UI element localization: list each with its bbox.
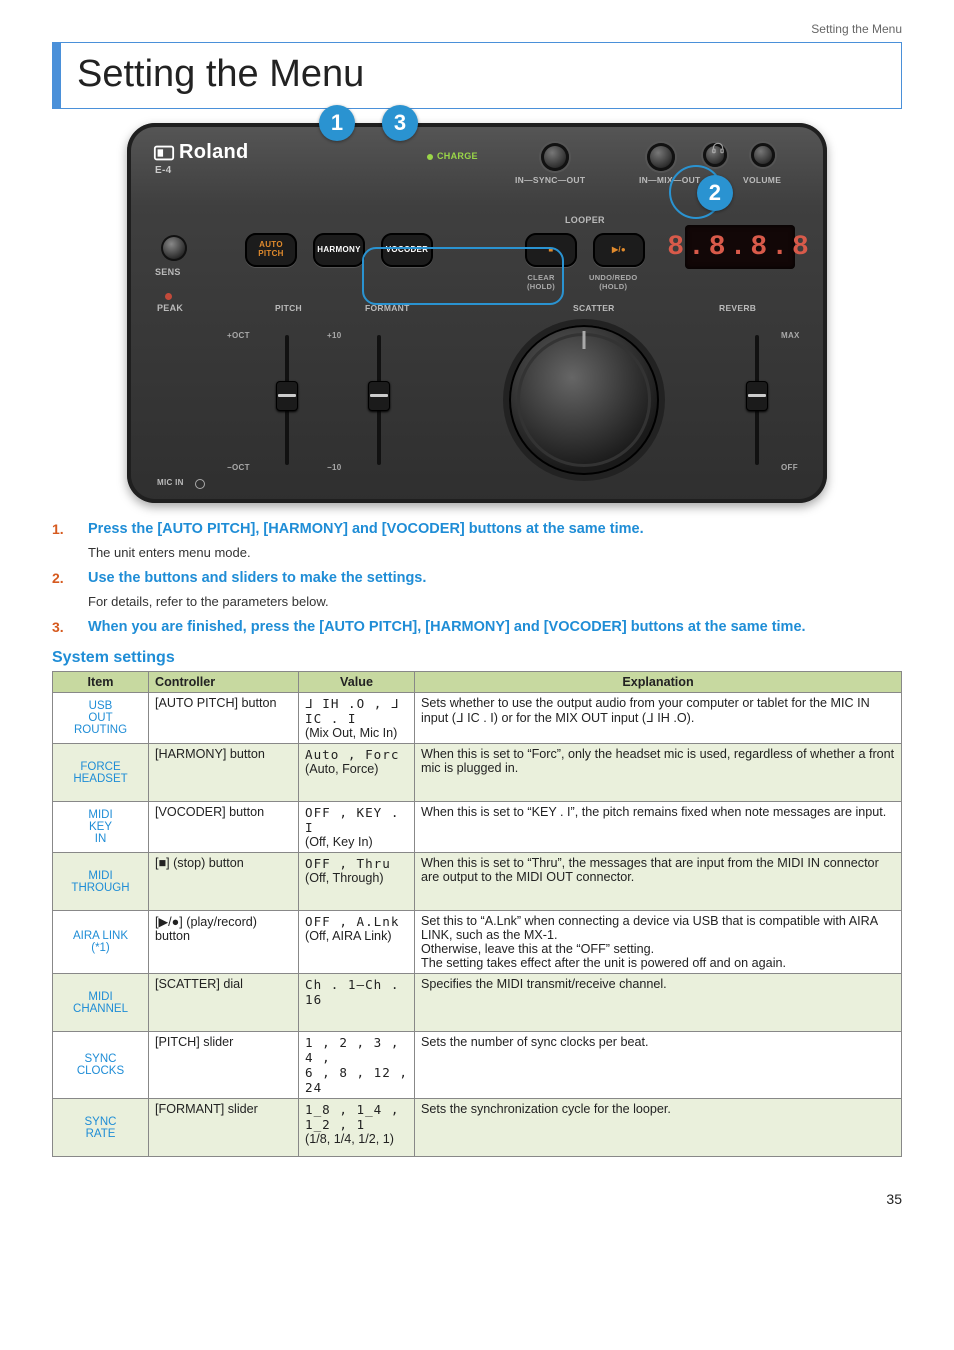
step-2-num: 2.	[52, 570, 70, 586]
cell-value: 1 , 2 , 3 , 4 ,6 , 8 , 12 , 24	[299, 1032, 415, 1099]
pitch-label: PITCH	[275, 303, 302, 313]
table-row: MIDICHANNEL[SCATTER] dialCh . 1–Ch . 16S…	[53, 974, 902, 1032]
instruction-steps: 1. Press the [AUTO PITCH], [HARMONY] and …	[52, 521, 902, 635]
play-record-button[interactable]: ▶/●	[593, 233, 645, 267]
cell-item: FORCEHEADSET	[53, 744, 149, 802]
looper-label: LOOPER	[565, 215, 605, 225]
pitch-scale-lo: −OCT	[227, 463, 250, 472]
seven-segment-display: 8.8.8.8	[685, 225, 795, 269]
cell-controller: [FORMANT] slider	[149, 1099, 299, 1157]
cell-value: Ch . 1–Ch . 16	[299, 974, 415, 1032]
peak-label: PEAK	[157, 303, 183, 313]
cell-explanation: Specifies the MIDI transmit/receive chan…	[415, 974, 902, 1032]
step-1-sub: The unit enters menu mode.	[88, 545, 902, 560]
model-label: E-4	[155, 165, 171, 176]
cell-value: OFF , KEY . I(Off, Key In)	[299, 802, 415, 853]
charge-indicator: CHARGE	[427, 151, 478, 161]
cell-item: MIDICHANNEL	[53, 974, 149, 1032]
scatter-dial[interactable]	[509, 325, 659, 475]
th-item: Item	[53, 672, 149, 693]
page-number: 35	[52, 1191, 902, 1207]
callout-2: 2	[697, 175, 733, 211]
scatter-label: SCATTER	[573, 303, 615, 313]
table-row: MIDIKEYIN[VOCODER] buttonOFF , KEY . I(O…	[53, 802, 902, 853]
cell-controller: [SCATTER] dial	[149, 974, 299, 1032]
th-controller: Controller	[149, 672, 299, 693]
sens-knob	[161, 235, 187, 261]
undo-label: UNDO/REDO (HOLD)	[589, 273, 638, 291]
volume-knob	[751, 143, 775, 167]
cell-explanation: Sets the number of sync clocks per beat.	[415, 1032, 902, 1099]
cell-item: SYNCCLOCKS	[53, 1032, 149, 1099]
sync-label: IN—SYNC—OUT	[515, 175, 585, 185]
pitch-scale-hi: +OCT	[227, 331, 250, 340]
breadcrumb: Setting the Menu	[52, 22, 902, 36]
table-row: SYNCRATE[FORMANT] slider1_8 , 1_4 ,1_2 ,…	[53, 1099, 902, 1157]
step-2-head: Use the buttons and sliders to make the …	[88, 570, 426, 586]
formant-slider[interactable]	[345, 325, 413, 475]
cell-explanation: Set this to “A.Lnk” when connecting a de…	[415, 911, 902, 974]
table-row: USBOUTROUTING[AUTO PITCH] buttonᒧ IH .O …	[53, 693, 902, 744]
cell-explanation: When this is set to “Thru”, the messages…	[415, 853, 902, 911]
cell-explanation: When this is set to “KEY . I”, the pitch…	[415, 802, 902, 853]
harmony-button[interactable]: HARMONY	[313, 233, 365, 267]
cell-value: OFF , A.Lnk(Off, AIRA Link)	[299, 911, 415, 974]
cell-item: MIDITHROUGH	[53, 853, 149, 911]
cell-value: Auto , Forc(Auto, Force)	[299, 744, 415, 802]
headphone-icon	[711, 141, 725, 157]
step-1-head: Press the [AUTO PITCH], [HARMONY] and [V…	[88, 521, 644, 537]
device-illustration: 1 3 Roland E-4 CHARGE 2 IN—SYNC—OUT IN—M…	[52, 123, 902, 503]
callout-1: 1	[319, 105, 355, 141]
cell-item: SYNCRATE	[53, 1099, 149, 1157]
th-explanation: Explanation	[415, 672, 902, 693]
sens-label: SENS	[155, 267, 181, 277]
reverb-label: REVERB	[719, 303, 756, 313]
cell-item: AIRA LINK(*1)	[53, 911, 149, 974]
cell-explanation: When this is set to “Forc”, only the hea…	[415, 744, 902, 802]
cell-controller: [PITCH] slider	[149, 1032, 299, 1099]
cell-item: USBOUTROUTING	[53, 693, 149, 744]
cell-value: ᒧ IH .O , ᒧ IC . I(Mix Out, Mic In)	[299, 693, 415, 744]
cell-controller: [AUTO PITCH] button	[149, 693, 299, 744]
mic-in-label: MIC IN	[157, 478, 184, 487]
cell-controller: [VOCODER] button	[149, 802, 299, 853]
formant-scale-hi: +10	[327, 331, 341, 340]
formant-scale-lo: −10	[327, 463, 341, 472]
page-title: Setting the Menu	[77, 53, 883, 96]
cell-controller: [■] (stop) button	[149, 853, 299, 911]
volume-label: VOLUME	[743, 175, 781, 185]
peak-led	[165, 293, 172, 300]
section-heading: System settings	[52, 649, 902, 667]
step-3-num: 3.	[52, 619, 70, 635]
step-1-num: 1.	[52, 521, 70, 537]
system-settings-table: Item Controller Value Explanation USBOUT…	[52, 671, 902, 1157]
autopitch-button[interactable]: AUTO PITCH	[245, 233, 297, 267]
cell-controller: [▶/●] (play/record) button	[149, 911, 299, 974]
cell-value: OFF , Thru(Off, Through)	[299, 853, 415, 911]
callout-3: 3	[382, 105, 418, 141]
cell-controller: [HARMONY] button	[149, 744, 299, 802]
table-row: FORCEHEADSET[HARMONY] buttonAuto , Forc(…	[53, 744, 902, 802]
reverb-slider[interactable]	[723, 325, 791, 475]
cell-value: 1_8 , 1_4 ,1_2 , 1(1/8, 1/4, 1/2, 1)	[299, 1099, 415, 1157]
table-row: SYNCCLOCKS[PITCH] slider1 , 2 , 3 , 4 ,6…	[53, 1032, 902, 1099]
th-value: Value	[299, 672, 415, 693]
mic-in-icon	[195, 479, 205, 489]
table-row: AIRA LINK(*1)[▶/●] (play/record) buttonO…	[53, 911, 902, 974]
table-row: MIDITHROUGH[■] (stop) buttonOFF , Thru(O…	[53, 853, 902, 911]
device-panel: Roland E-4 CHARGE 2 IN—SYNC—OUT IN—MIX—O…	[127, 123, 827, 503]
brand-icon	[153, 142, 175, 164]
title-block: Setting the Menu	[52, 42, 902, 109]
callout-1-3-ring	[362, 247, 564, 305]
brand-logo: Roland	[153, 141, 249, 164]
step-2-sub: For details, refer to the parameters bel…	[88, 594, 902, 609]
cell-explanation: Sets whether to use the output audio fro…	[415, 693, 902, 744]
pitch-slider[interactable]	[253, 325, 321, 475]
step-3-head: When you are finished, press the [AUTO P…	[88, 619, 806, 635]
sync-jack	[541, 143, 569, 171]
mix-jack	[647, 143, 675, 171]
cell-explanation: Sets the synchronization cycle for the l…	[415, 1099, 902, 1157]
brand-text: Roland	[179, 141, 249, 164]
cell-item: MIDIKEYIN	[53, 802, 149, 853]
